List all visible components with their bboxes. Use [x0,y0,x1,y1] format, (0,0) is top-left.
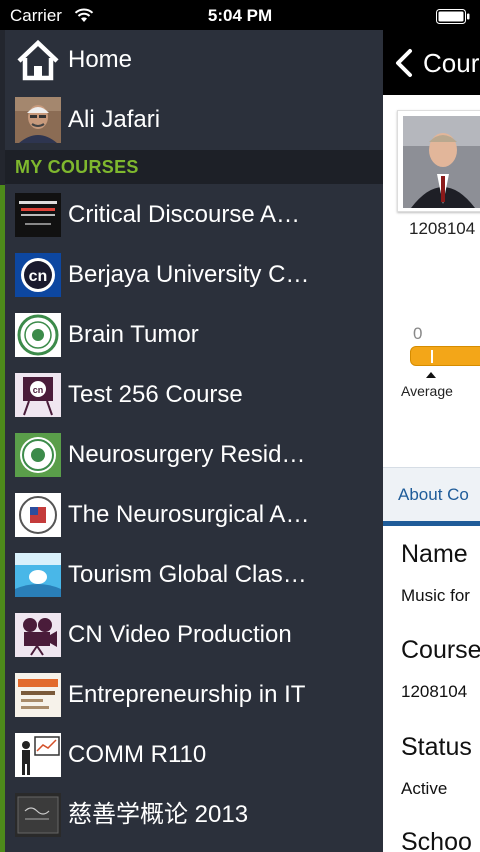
average-marker-arrow [426,372,436,378]
course-item[interactable]: cn Berjaya University C… [5,245,383,305]
field-school-label: Schoo [401,828,472,852]
battery-icon [436,9,470,24]
course-item[interactable]: cn Test 256 Course [5,365,383,425]
course-item[interactable]: CN Video Production [5,605,383,665]
score-value: 0 [413,324,423,343]
home-label: Home [68,46,133,73]
tourism-thumbnail [15,553,61,597]
course-title: Neurosurgery Resid… [68,441,306,468]
status-bar: Carrier 5:04 PM [0,0,480,30]
chevron-left-icon[interactable] [393,48,415,78]
instructor-photo[interactable] [397,110,480,212]
seal-green-thumbnail [15,433,61,477]
average-label: Average [401,383,453,399]
avatar [15,97,61,143]
research-methods-thumbnail [15,193,61,237]
navigation-bar: Cour [383,30,480,95]
field-course-value: 1208104 [401,682,468,701]
sidebar: Home Ali Jafari MY COURSES Critical Disc… [0,30,383,852]
tab-about[interactable]: About Co [383,467,480,522]
nav-title[interactable]: Cour [423,48,479,79]
field-status-value: Active [401,779,448,798]
field-name-label: Name [401,540,468,568]
course-title: The Neurosurgical A… [68,501,310,528]
field-status-label: Status [401,733,472,761]
course-title: Brain Tumor [68,321,199,348]
course-title: Tourism Global Clas… [68,561,307,588]
society-seal-thumbnail [15,493,61,537]
course-item[interactable]: 慈善学概论 2013 [5,785,383,845]
seal-thumbnail [15,313,61,357]
course-title: COMM R110 [68,741,207,768]
course-title: Berjaya University C… [68,261,310,288]
tab-about-label: About Co [398,485,469,504]
user-name: Ali Jafari [68,106,161,133]
course-title: 慈善学概论 2013 [68,801,249,828]
projector-thumbnail [15,613,61,657]
course-item[interactable]: Critical Discourse A… [5,185,383,245]
score-progress-bar [410,346,480,366]
field-course-label: Course [401,636,480,664]
clock: 5:04 PM [207,6,273,25]
course-item[interactable]: Tourism Global Clas… [5,545,383,605]
home-icon [17,39,59,81]
course-title: Test 256 Course [68,381,243,408]
field-name-value: Music for [401,586,470,605]
cn-logo-thumbnail: cn [15,253,61,297]
progress-marker [431,350,433,363]
main-panel: Cour 1208104 0 Average About Co Name Mus… [383,30,480,852]
tab-underline [383,521,480,526]
course-title: Entrepreneurship in IT [68,681,306,708]
cn-easel-thumbnail: cn [15,373,61,417]
course-item[interactable]: COMM R110 [5,725,383,785]
presenter-thumbnail [15,733,61,777]
svg-text:cn: cn [29,268,48,285]
sidebar-item-profile[interactable]: Ali Jafari [5,90,383,150]
course-item[interactable]: Entrepreneurship in IT [5,665,383,725]
chalkboard-thumbnail [15,793,61,837]
entrepreneurship-thumbnail [15,673,61,717]
sidebar-item-home[interactable]: Home [5,30,383,90]
course-item[interactable]: The Neurosurgical A… [5,485,383,545]
course-title: Critical Discourse A… [68,201,301,228]
section-header-my-courses: MY COURSES [5,150,383,184]
instructor-id: 1208104 [409,219,476,238]
course-item[interactable]: Brain Tumor [5,305,383,365]
course-item[interactable]: Neurosurgery Resid… [5,425,383,485]
course-title: CN Video Production [68,621,292,648]
svg-text:cn: cn [33,385,44,395]
